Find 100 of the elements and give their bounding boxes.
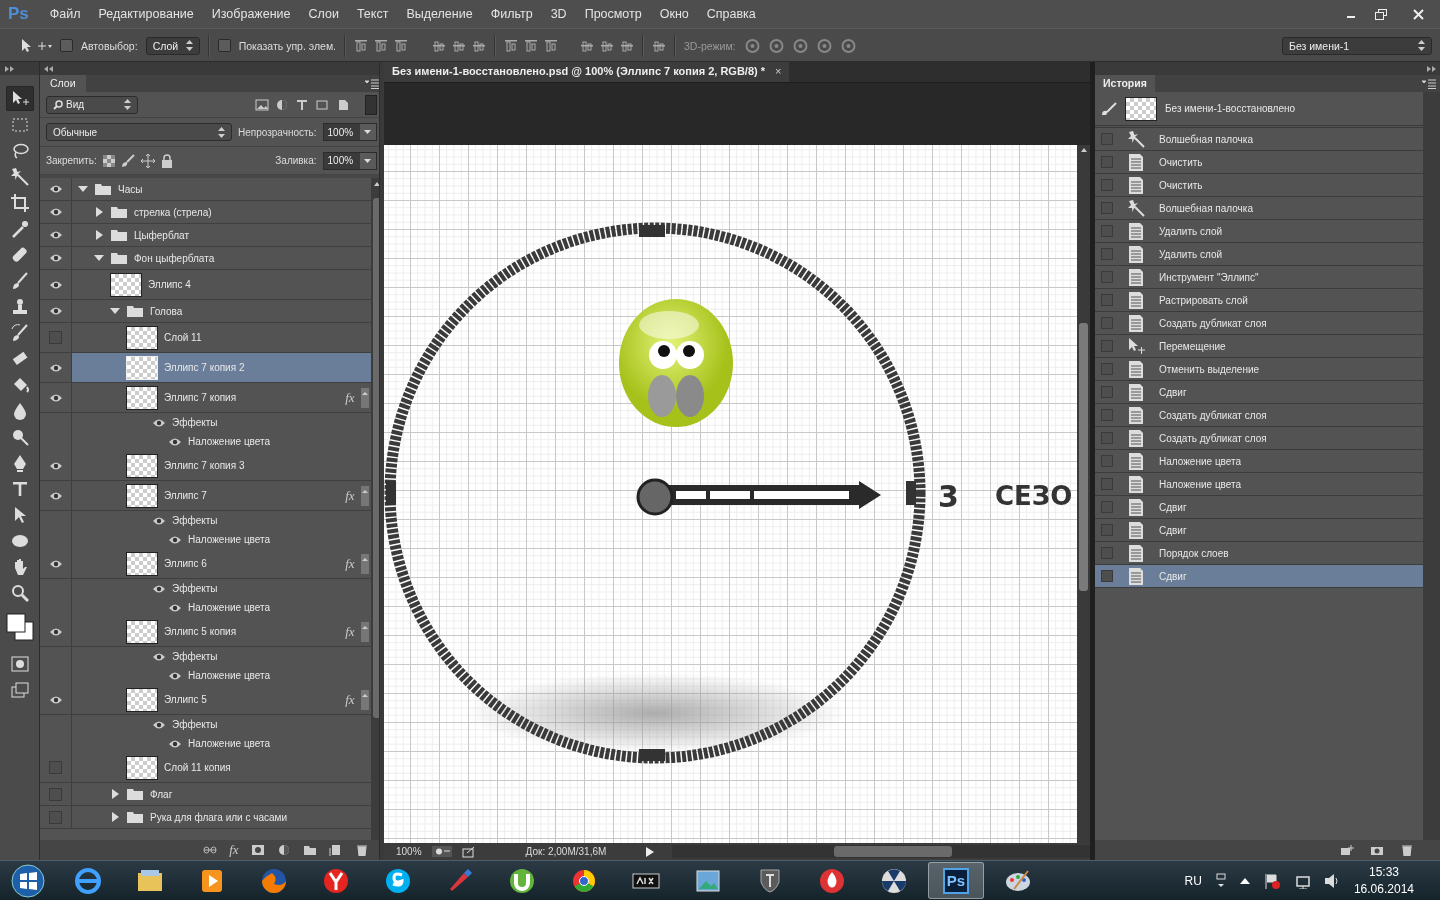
history-item[interactable]: Наложение цвета <box>1095 450 1423 473</box>
flag-icon[interactable] <box>1263 872 1280 889</box>
quick-mask-icon[interactable] <box>11 655 29 672</box>
disclosure-triangle[interactable] <box>110 812 120 822</box>
eye-icon[interactable] <box>48 626 63 637</box>
source-checkbox[interactable] <box>1101 179 1113 191</box>
align-icon[interactable] <box>600 38 615 53</box>
eye-icon[interactable] <box>168 670 182 681</box>
eye-icon[interactable] <box>152 719 166 730</box>
effects-toggle[interactable] <box>360 387 369 408</box>
eye-icon[interactable] <box>48 460 63 471</box>
layer-row[interactable]: Слой 11 копия <box>40 753 371 783</box>
menu-item[interactable]: Фильтр <box>481 7 542 21</box>
eye-icon[interactable] <box>152 515 166 526</box>
eye-icon[interactable] <box>48 306 63 316</box>
eye-icon[interactable] <box>168 534 182 545</box>
snapshot-thumbnail[interactable] <box>1125 96 1157 121</box>
history-item[interactable]: Сдвиг <box>1095 565 1423 588</box>
move-tool-icon[interactable] <box>20 37 52 54</box>
brush-icon[interactable] <box>120 153 135 168</box>
source-checkbox[interactable] <box>1101 271 1113 283</box>
text-filter-icon[interactable] <box>294 98 309 111</box>
disclosure-triangle[interactable] <box>110 306 120 316</box>
eye-icon[interactable] <box>48 558 63 569</box>
adjustment-icon[interactable] <box>276 844 291 856</box>
pan-icon[interactable] <box>791 37 809 54</box>
eye-icon[interactable] <box>48 694 63 705</box>
source-checkbox[interactable] <box>1101 156 1113 168</box>
add-style-button[interactable]: fx <box>229 842 239 858</box>
panel-tab[interactable]: Слои <box>40 75 86 92</box>
source-checkbox[interactable] <box>1101 570 1113 582</box>
layer-row[interactable]: Эллипс 6 fx <box>40 549 371 579</box>
caret-icon[interactable] <box>361 624 368 631</box>
visibility-toggle[interactable] <box>49 761 62 774</box>
layer-row[interactable]: Эллипс 7 копия 3 <box>40 451 371 481</box>
layer-row[interactable]: Фон цыферблата <box>40 247 371 270</box>
source-checkbox[interactable] <box>1101 248 1113 260</box>
eye-icon[interactable] <box>48 279 63 290</box>
layer-row[interactable]: Часы <box>40 178 371 201</box>
eye-icon[interactable] <box>168 436 182 447</box>
history-item[interactable]: Сдвиг <box>1095 519 1423 542</box>
camera-icon[interactable] <box>839 37 857 54</box>
source-checkbox[interactable] <box>1101 202 1113 214</box>
source-checkbox[interactable] <box>1101 455 1113 467</box>
menu-item[interactable]: Файл <box>40 7 90 21</box>
close-tab-button[interactable]: × <box>775 65 782 79</box>
align-icon[interactable] <box>620 38 635 53</box>
panel-tab[interactable]: История <box>1095 75 1155 92</box>
history-item[interactable]: Создать дубликат слоя <box>1095 427 1423 450</box>
checkbox[interactable] <box>60 39 73 52</box>
align-icon[interactable] <box>524 38 539 53</box>
image-filter-icon[interactable] <box>254 98 269 111</box>
scrollbar[interactable] <box>1077 145 1090 843</box>
source-checkbox[interactable] <box>1101 340 1113 352</box>
panel-menu-icon[interactable] <box>364 79 379 89</box>
screen-mode-icon[interactable] <box>11 681 29 698</box>
adjustment-filter-icon[interactable] <box>274 98 289 111</box>
dropdown-arrow-icon[interactable] <box>364 158 372 163</box>
menu-item[interactable]: Окно <box>650 7 698 21</box>
checkbox[interactable] <box>217 39 231 52</box>
restore-icon[interactable] <box>1375 8 1387 20</box>
history-item[interactable]: Инструмент "Эллипс" <box>1095 266 1423 289</box>
layer-row[interactable]: Голова <box>40 300 371 323</box>
expand-panel-icon[interactable] <box>1427 65 1436 72</box>
snapshot-name[interactable]: Без имени-1-восстановлено <box>1165 103 1296 114</box>
new-layer-icon[interactable] <box>328 844 343 856</box>
history-item[interactable]: Удалить слой <box>1095 220 1423 243</box>
history-item[interactable]: Растрировать слой <box>1095 289 1423 312</box>
workspace-dropdown[interactable]: Без имени-1 <box>1282 36 1432 55</box>
layer-row[interactable]: Эллипс 4 <box>40 270 371 300</box>
language-indicator[interactable]: RU <box>1184 873 1202 888</box>
visibility-toggle[interactable] <box>49 810 62 824</box>
disclosure-triangle[interactable] <box>94 230 104 240</box>
trash-icon[interactable] <box>1400 844 1414 856</box>
align-icon[interactable] <box>580 38 595 53</box>
lock-icon[interactable] <box>160 153 173 168</box>
gear-icon[interactable] <box>431 846 452 857</box>
caret-icon[interactable] <box>361 488 368 495</box>
filter-toggle[interactable] <box>364 94 377 115</box>
start-button[interactable] <box>10 862 46 899</box>
disclosure-triangle[interactable] <box>78 184 88 194</box>
menu-item[interactable]: 3D <box>541 7 576 21</box>
eye-icon[interactable] <box>48 392 63 403</box>
eye-icon[interactable] <box>152 651 166 662</box>
effects-toggle[interactable] <box>360 553 369 574</box>
link-icon[interactable] <box>203 844 218 856</box>
collapse-panel-icon[interactable] <box>44 65 53 72</box>
history-brush-icon[interactable] <box>1101 101 1117 116</box>
zoom-level[interactable]: 100% <box>396 846 422 857</box>
layer-row[interactable]: Эллипс 5 fx <box>40 685 371 715</box>
source-checkbox[interactable] <box>1101 547 1113 559</box>
source-checkbox[interactable] <box>1101 363 1113 375</box>
menu-item[interactable]: Изображение <box>202 7 300 21</box>
eye-icon[interactable] <box>48 207 63 217</box>
source-checkbox[interactable] <box>1101 409 1113 421</box>
eye-icon[interactable] <box>48 253 63 263</box>
history-item[interactable]: Очистить <box>1095 151 1423 174</box>
menu-item[interactable]: Слои <box>299 7 348 21</box>
layer-row[interactable]: Эллипс 7 копия fx <box>40 383 371 413</box>
source-checkbox[interactable] <box>1101 524 1113 536</box>
